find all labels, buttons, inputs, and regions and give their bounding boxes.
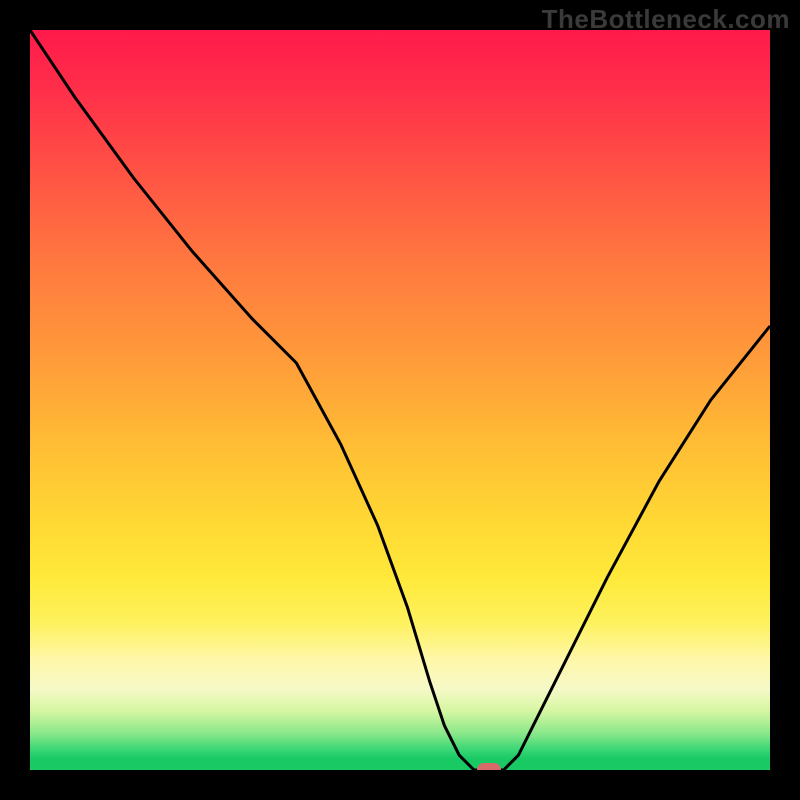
curve-path	[30, 30, 770, 770]
plot-area	[30, 30, 770, 770]
chart-frame: TheBottleneck.com	[0, 0, 800, 800]
bottleneck-curve	[30, 30, 770, 770]
optimal-point-marker	[477, 763, 501, 770]
